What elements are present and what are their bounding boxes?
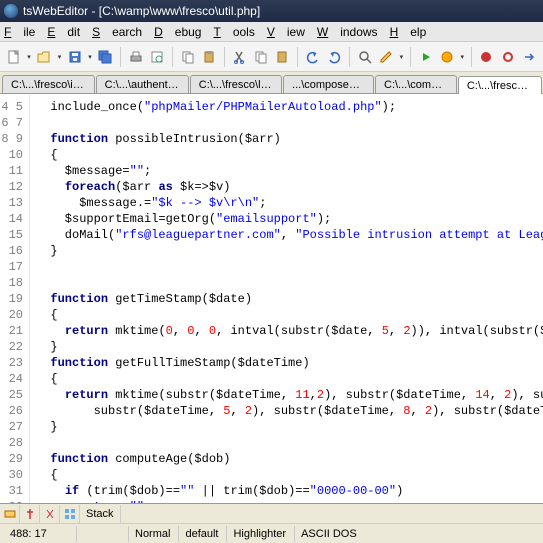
debug-dropdown[interactable]: ▾ — [459, 53, 466, 61]
window-title: tsWebEditor - [C:\wamp\www\fresco\util.p… — [23, 4, 260, 18]
menu-windows[interactable]: Windows — [317, 25, 378, 39]
run-button[interactable] — [416, 46, 436, 68]
status-encoding: ASCII DOS — [294, 526, 363, 542]
separator — [172, 47, 173, 67]
paste-button[interactable] — [199, 46, 219, 68]
cut-button[interactable] — [230, 46, 250, 68]
status-blank — [76, 526, 126, 542]
file-tab[interactable]: C:\...\company.php — [375, 75, 457, 93]
menu-tools[interactable]: Tools — [213, 25, 254, 39]
undo-button[interactable] — [303, 46, 323, 68]
new-dropdown[interactable]: ▾ — [26, 53, 33, 61]
separator — [297, 47, 298, 67]
menu-view[interactable]: View — [267, 25, 305, 39]
app-icon — [4, 4, 18, 18]
menu-edit[interactable]: Edit — [47, 25, 80, 39]
tab-stack[interactable]: Stack — [80, 505, 121, 523]
separator — [224, 47, 225, 67]
status-mode: Normal — [128, 526, 176, 542]
file-tab[interactable]: ...\composeemail.php — [283, 75, 374, 93]
status-theme: default — [178, 526, 224, 542]
find-button[interactable] — [355, 46, 375, 68]
status-highlighter: Highlighter — [226, 526, 292, 542]
file-tab[interactable]: C:\...\authenticate.php — [96, 75, 189, 93]
file-tab[interactable]: C:\...\fresco\login.html — [190, 75, 282, 93]
save-button[interactable] — [65, 46, 85, 68]
breakpoint-button[interactable] — [498, 46, 518, 68]
save-dropdown[interactable]: ▾ — [87, 53, 94, 61]
toolbar: ▾ ▾ ▾ ▾ ▾ — [0, 42, 543, 72]
menu-help[interactable]: Help — [390, 25, 427, 39]
separator — [349, 47, 350, 67]
step-button[interactable] — [520, 46, 540, 68]
separator — [410, 47, 411, 67]
tab-grid-icon[interactable] — [60, 505, 80, 523]
separator — [120, 47, 121, 67]
tab-pin-icon[interactable] — [20, 505, 40, 523]
menu-debug[interactable]: Debug — [154, 25, 201, 39]
menu-search[interactable]: Search — [92, 25, 142, 39]
open-file-button[interactable] — [35, 46, 55, 68]
redo-button[interactable] — [325, 46, 345, 68]
file-tab[interactable]: C:\...\fresco\util.php — [458, 76, 542, 94]
code-area[interactable]: include_once("phpMailer/PHPMailerAutoloa… — [30, 95, 543, 503]
tab-cut-icon[interactable] — [40, 505, 60, 523]
file-tab[interactable]: C:\...\fresco\index.php — [2, 75, 95, 93]
file-tabbar: C:\...\fresco\index.phpC:\...\authentica… — [0, 72, 543, 94]
menu-file[interactable]: File — [4, 25, 35, 39]
status-position: 488: 17 — [4, 526, 74, 542]
line-gutter: 4 5 6 7 8 9 10 11 12 13 14 15 16 17 18 1… — [0, 95, 30, 503]
separator — [471, 47, 472, 67]
editor[interactable]: 4 5 6 7 8 9 10 11 12 13 14 15 16 17 18 1… — [0, 94, 543, 503]
open-dropdown[interactable]: ▾ — [56, 53, 63, 61]
menubar: File Edit Search Debug Tools View Window… — [0, 22, 543, 42]
paste2-button[interactable] — [273, 46, 293, 68]
debug-button[interactable] — [437, 46, 457, 68]
copy2-button[interactable] — [251, 46, 271, 68]
edit-button[interactable] — [376, 46, 396, 68]
new-file-button[interactable] — [4, 46, 24, 68]
titlebar: tsWebEditor - [C:\wamp\www\fresco\util.p… — [0, 0, 543, 22]
edit-dropdown[interactable]: ▾ — [398, 53, 405, 61]
save-all-button[interactable] — [96, 46, 116, 68]
copy-button[interactable] — [178, 46, 198, 68]
stop-button[interactable] — [477, 46, 497, 68]
bottom-tabbar: Stack — [0, 503, 543, 523]
preview-button[interactable] — [147, 46, 167, 68]
statusbar: 488: 17 Normal default Highlighter ASCII… — [0, 523, 543, 543]
print-button[interactable] — [126, 46, 146, 68]
tab-messages-icon[interactable] — [0, 505, 20, 523]
